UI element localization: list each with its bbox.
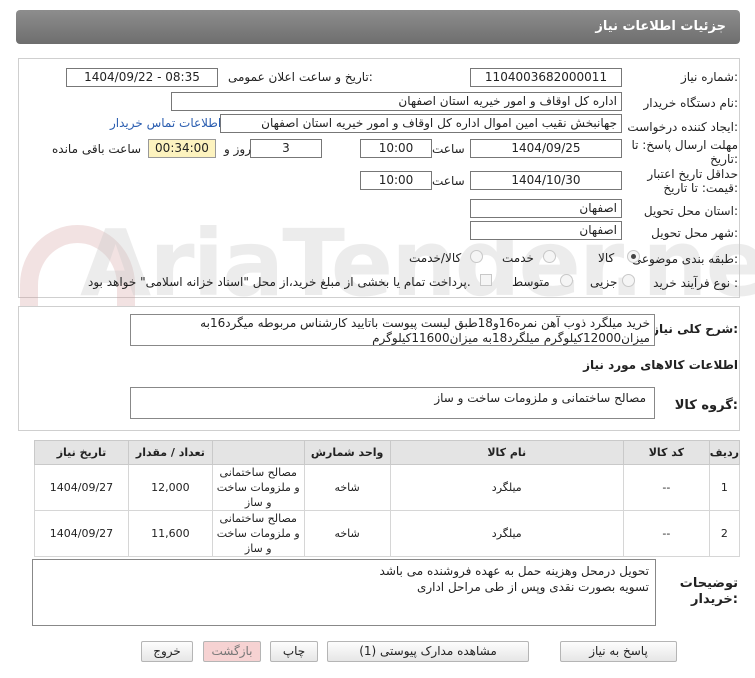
table-header-row: ردیف کد کالا نام کالا واحد شمارش تعداد /… bbox=[34, 440, 741, 465]
item-name: میلگرد bbox=[389, 464, 624, 511]
remaining-time-field: 00:34:00 bbox=[148, 139, 216, 158]
item-category-line: و ساز bbox=[244, 542, 272, 555]
table-row[interactable]: 2 -- میلگرد شاخه مصالح ساختمانی و ملزوما… bbox=[34, 510, 741, 557]
goods-group-label: گروه کالا: bbox=[674, 398, 738, 413]
buyer-notes-line: تسویه بصورت نقدی وپس از طی مراحل اداری bbox=[416, 580, 649, 594]
announce-label: تاریخ و ساعت اعلان عمومی: bbox=[228, 70, 373, 84]
col-category bbox=[211, 440, 305, 465]
col-unit: واحد شمارش bbox=[303, 440, 391, 465]
category-goods-radio[interactable] bbox=[627, 250, 640, 263]
process-medium-radio[interactable] bbox=[560, 274, 573, 287]
page-header: جزئیات اطلاعات نیاز bbox=[16, 10, 740, 44]
row-number: 1 bbox=[708, 464, 741, 511]
requester-label: ایجاد کننده درخواست: bbox=[627, 120, 738, 134]
item-code: -- bbox=[622, 464, 710, 511]
category-both-label: کالا/خدمت bbox=[409, 251, 462, 265]
buyer-notes-label: توضیحات bbox=[679, 576, 738, 591]
category-both-radio[interactable] bbox=[470, 250, 483, 263]
item-category: مصالح ساختمانی و ملزومات ساخت و ساز bbox=[211, 464, 305, 511]
validity-date-field: 1404/10/30 bbox=[470, 171, 622, 190]
province-label: استان محل تحویل: bbox=[643, 204, 738, 218]
need-number-label: شماره نیاز: bbox=[680, 70, 738, 84]
item-category: مصالح ساختمانی و ملزومات ساخت و ساز bbox=[211, 510, 305, 557]
buyer-org-field: اداره کل اوقاف و امور خیریه استان اصفهان bbox=[171, 92, 622, 111]
buyer-notes-line: تحویل درمحل وهزینه حمل به عهده فروشنده م… bbox=[379, 564, 649, 578]
process-partial-radio[interactable] bbox=[622, 274, 635, 287]
col-code: کد کالا bbox=[622, 440, 710, 465]
description-field: خرید میلگرد ذوب آهن نمره16و18طبق لیست پی… bbox=[130, 314, 655, 346]
validity-label-2: قیمت: تا تاریخ: bbox=[663, 181, 738, 195]
days-label: روز و bbox=[224, 142, 251, 156]
page-title: جزئیات اطلاعات نیاز bbox=[595, 19, 726, 34]
description-label: شرح کلی نیاز: bbox=[652, 322, 738, 336]
buyer-notes-field: تحویل درمحل وهزینه حمل به عهده فروشنده م… bbox=[32, 559, 656, 626]
treasury-payment-checkbox[interactable] bbox=[480, 274, 492, 286]
requester-field: جهانبخش نقیب امین اموال اداره کل اوقاف و… bbox=[220, 114, 622, 133]
remaining-time-label: ساعت باقی مانده bbox=[52, 142, 142, 156]
exit-button[interactable]: خروج bbox=[141, 641, 193, 662]
item-qty: 11,600 bbox=[127, 510, 213, 557]
print-button[interactable]: چاپ bbox=[270, 641, 318, 662]
buyer-org-label: نام دستگاه خریدار: bbox=[643, 96, 739, 110]
items-table: ردیف کد کالا نام کالا واحد شمارش تعداد /… bbox=[34, 440, 741, 557]
deadline-label-2: تاریخ: bbox=[710, 152, 738, 166]
view-attachments-button[interactable]: مشاهده مدارک پیوستی (1) bbox=[327, 641, 529, 662]
goods-group-field: مصالح ساختمانی و ملزومات ساخت و ساز bbox=[130, 387, 655, 419]
reply-button[interactable]: پاسخ به نیاز bbox=[560, 641, 677, 662]
col-name: نام کالا bbox=[389, 440, 624, 465]
need-number-field: 1104003682000011 bbox=[470, 68, 622, 87]
city-field: اصفهان bbox=[470, 221, 622, 240]
back-button[interactable]: بازگشت bbox=[203, 641, 261, 662]
treasury-payment-note: پرداخت تمام یا بخشی از مبلغ خرید،از محل … bbox=[88, 275, 471, 289]
validity-time-field: 10:00 bbox=[360, 171, 432, 190]
item-unit: شاخه bbox=[303, 510, 391, 557]
row-number: 2 bbox=[708, 510, 741, 557]
announce-field: 1404/09/22 - 08:35 bbox=[66, 68, 218, 87]
deadline-time-field: 10:00 bbox=[360, 139, 432, 158]
item-category-line: مصالح ساختمانی bbox=[219, 512, 297, 525]
item-qty: 12,000 bbox=[127, 464, 213, 511]
buyer-notes-label-2: خریدار: bbox=[691, 592, 738, 607]
item-name: میلگرد bbox=[389, 510, 624, 557]
col-date: تاریخ نیاز bbox=[34, 440, 129, 465]
validity-label: حداقل تاریخ اعتبار bbox=[647, 167, 738, 181]
deadline-date-field: 1404/09/25 bbox=[470, 139, 622, 158]
item-category-line: و ملزومات ساخت bbox=[216, 481, 300, 494]
item-date: 1404/09/27 bbox=[34, 510, 129, 557]
item-category-line: و ساز bbox=[244, 496, 272, 509]
item-code: -- bbox=[622, 510, 710, 557]
item-unit: شاخه bbox=[303, 464, 391, 511]
process-label: نوع فرآیند خرید : bbox=[653, 276, 738, 290]
category-goods-label: کالا bbox=[598, 251, 615, 265]
deadline-label: مهلت ارسال پاسخ: تا bbox=[631, 138, 738, 152]
validity-time-label: ساعت bbox=[432, 174, 465, 188]
deadline-time-label: ساعت bbox=[432, 142, 465, 156]
process-medium-label: متوسط bbox=[512, 275, 550, 289]
item-category-line: مصالح ساختمانی bbox=[219, 466, 297, 479]
days-field: 3 bbox=[250, 139, 322, 158]
col-row: ردیف bbox=[708, 440, 741, 465]
table-row[interactable]: 1 -- میلگرد شاخه مصالح ساختمانی و ملزوما… bbox=[34, 464, 741, 511]
province-field: اصفهان bbox=[470, 199, 622, 218]
items-section-title: اطلاعات کالاهای مورد نیاز bbox=[583, 358, 738, 372]
category-service-label: خدمت bbox=[502, 251, 534, 265]
item-category-line: و ملزومات ساخت bbox=[216, 527, 300, 540]
item-date: 1404/09/27 bbox=[34, 464, 129, 511]
category-label: طبقه بندی موضوعی: bbox=[631, 252, 738, 266]
category-service-radio[interactable] bbox=[543, 250, 556, 263]
contact-info-link[interactable]: اطلاعات تماس خریدار bbox=[110, 116, 221, 130]
city-label: شهر محل تحویل: bbox=[651, 226, 738, 240]
col-qty: تعداد / مقدار bbox=[127, 440, 213, 465]
process-partial-label: جزیی bbox=[590, 275, 618, 289]
